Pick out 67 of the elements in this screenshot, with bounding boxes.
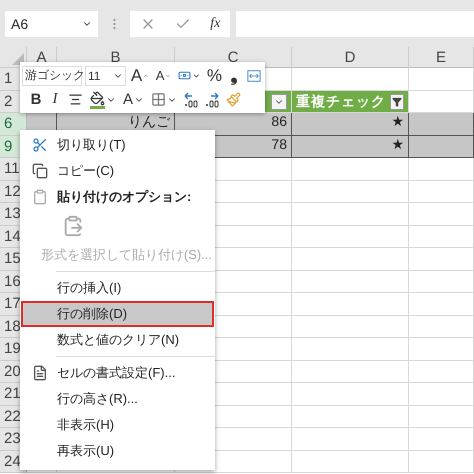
scissors-icon bbox=[32, 137, 48, 153]
italic-button[interactable]: I bbox=[47, 90, 63, 110]
table-cell bbox=[409, 90, 474, 113]
filter-icon bbox=[392, 96, 402, 107]
menu-label: 行の高さ(R)... bbox=[57, 390, 138, 408]
font-color-button[interactable]: A bbox=[121, 90, 146, 110]
grip-icon bbox=[112, 18, 116, 30]
formula-input[interactable] bbox=[236, 10, 474, 36]
table-cell bbox=[409, 270, 474, 293]
menu-item[interactable]: 行の削除(D) bbox=[21, 301, 214, 327]
column-header[interactable]: E bbox=[409, 47, 474, 68]
shrink-button[interactable]: A bbox=[154, 66, 174, 86]
table-cell bbox=[409, 360, 474, 383]
align-center-icon bbox=[68, 92, 83, 107]
decrease-decimal-icon bbox=[205, 92, 220, 108]
font-size-dropdown[interactable]: 11 bbox=[85, 66, 126, 86]
heading-text: 貼り付けのオプション: bbox=[57, 188, 192, 206]
table-cell bbox=[409, 180, 474, 203]
table-cell bbox=[409, 248, 474, 270]
percent-button[interactable]: % bbox=[206, 66, 224, 86]
filter-button[interactable] bbox=[271, 94, 287, 110]
menu-label: コピー(C) bbox=[57, 162, 114, 180]
menu-label: 非表示(H) bbox=[57, 416, 114, 434]
borders-icon bbox=[151, 92, 166, 107]
column-header[interactable]: D bbox=[292, 47, 409, 68]
menu-label: 再表示(U) bbox=[57, 442, 114, 460]
increase-decimal-icon bbox=[184, 92, 198, 108]
filter-button[interactable] bbox=[390, 94, 404, 110]
format-cells-icon bbox=[32, 365, 48, 381]
table-cell: ★ bbox=[292, 113, 409, 136]
menu-label: 行の挿入(I) bbox=[57, 279, 122, 297]
row-header[interactable]: 6 bbox=[0, 113, 27, 136]
table-cell bbox=[409, 450, 474, 473]
decrease-decimal-button[interactable] bbox=[203, 90, 222, 110]
menu-label: 行の削除(D) bbox=[57, 305, 128, 323]
table-cell: 86 bbox=[175, 113, 292, 136]
copy-icon bbox=[32, 163, 48, 179]
grow-button[interactable]: A bbox=[128, 66, 151, 86]
header-cell: 重複チェック bbox=[292, 90, 409, 113]
format-painter-icon bbox=[226, 92, 242, 107]
menu-label: 切り取り(T) bbox=[57, 136, 126, 154]
menu-label: セルの書式設定(F)... bbox=[57, 364, 176, 382]
table-cell bbox=[409, 338, 474, 360]
clipboard-icon bbox=[32, 189, 48, 205]
increase-decimal-button[interactable] bbox=[182, 90, 200, 110]
table-cell bbox=[409, 113, 474, 136]
table-cell bbox=[409, 316, 474, 338]
table-cell bbox=[409, 158, 474, 180]
name-box[interactable]: A6 bbox=[5, 10, 98, 36]
table-cell bbox=[409, 136, 474, 158]
font-size: 11 bbox=[88, 68, 100, 82]
paste-icon[interactable] bbox=[62, 215, 84, 237]
table-cell bbox=[409, 226, 474, 248]
comma-button[interactable]: ❟ bbox=[226, 66, 242, 86]
table-cell: ★ bbox=[292, 136, 409, 158]
menu-label: 数式と値のクリア(N) bbox=[57, 331, 180, 349]
table-cell bbox=[409, 428, 474, 450]
bold-button[interactable]: B bbox=[28, 90, 44, 110]
menu-label: 形式を選択して貼り付け(S)... bbox=[40, 246, 212, 264]
table-cell bbox=[409, 406, 474, 428]
fill-color-icon bbox=[90, 90, 105, 108]
table-cell bbox=[409, 203, 474, 226]
table-cell bbox=[409, 383, 474, 406]
table-cell bbox=[409, 68, 474, 90]
table-cell bbox=[409, 293, 474, 316]
insert-function-button[interactable]: fx bbox=[210, 16, 220, 32]
merge-center-icon bbox=[247, 68, 261, 82]
